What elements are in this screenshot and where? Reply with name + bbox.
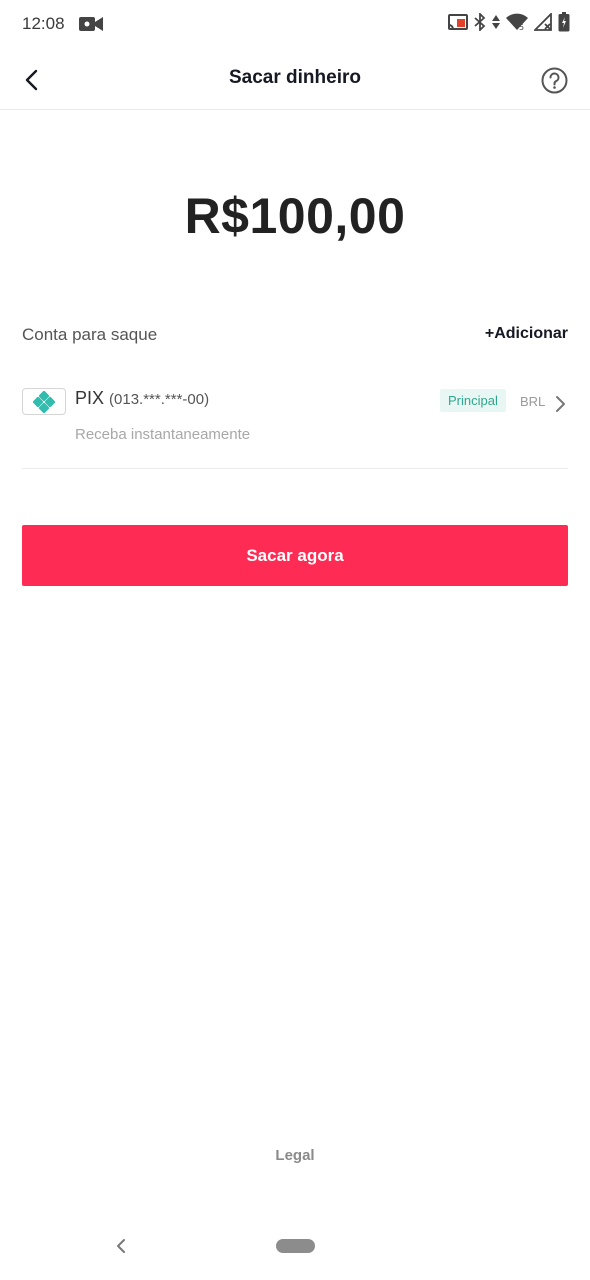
- header: Sacar dinheiro: [0, 50, 590, 110]
- question-circle-icon: [541, 67, 567, 93]
- legal-link[interactable]: Legal: [0, 1147, 590, 1164]
- withdraw-amount: R$100,00: [184, 188, 406, 244]
- add-account-button[interactable]: +Adicionar: [485, 325, 568, 343]
- principal-badge: Principal: [440, 389, 506, 412]
- data-arrows-icon: [492, 13, 500, 36]
- nav-back-icon: [117, 1239, 125, 1253]
- withdraw-now-button[interactable]: Sacar agora: [22, 525, 568, 586]
- help-button[interactable]: [536, 62, 572, 98]
- status-bar: 12:08 5: [0, 0, 590, 50]
- masked-account-id: (013.***.***-00): [109, 391, 210, 408]
- system-back-button[interactable]: [108, 1233, 134, 1259]
- wifi-icon: 5: [506, 13, 528, 36]
- status-time: 12:08: [22, 14, 65, 33]
- bluetooth-icon: [474, 11, 486, 36]
- withdraw-screen: 12:08 5 Sacar dinheiro R$100,00 Conta pa…: [0, 0, 590, 1280]
- system-home-button[interactable]: [276, 1239, 315, 1253]
- status-icons: 5: [448, 11, 570, 37]
- video-camera-icon: [79, 15, 103, 38]
- chevron-right-icon: [554, 395, 566, 418]
- withdraw-account-label: Conta para saque: [22, 325, 158, 344]
- method-name: PIX: [75, 388, 105, 408]
- method-subtitle: Receba instantaneamente: [75, 426, 251, 443]
- pix-account-row[interactable]: PIX (013.***.***-00) Receba instantaneam…: [22, 375, 568, 469]
- battery-icon: [558, 12, 570, 37]
- signal-icon: [532, 11, 552, 36]
- svg-text:5: 5: [519, 23, 524, 31]
- account-method-name: PIX (013.***.***-00): [75, 388, 209, 409]
- currency-label: BRL: [520, 394, 546, 409]
- cast-icon: [448, 13, 468, 36]
- pix-logo-icon: [22, 388, 66, 415]
- page-title: Sacar dinheiro: [229, 67, 361, 88]
